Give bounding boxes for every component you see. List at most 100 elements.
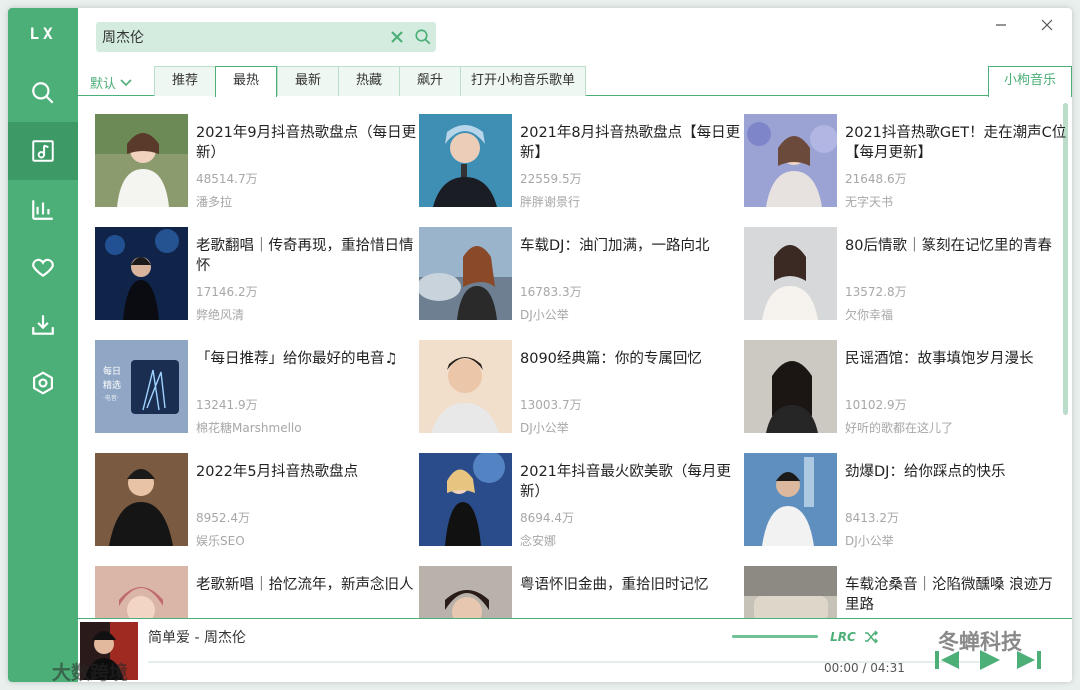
playlist-author: 念安娜	[520, 534, 557, 548]
playlist-cover: 每日 精选 ·电音·	[95, 340, 188, 433]
cover-label-1: 每日	[103, 365, 121, 377]
playlist-card[interactable]: 2022年5月抖音热歌盘点 8952.4万 娱乐SEO	[95, 453, 405, 549]
chevron-down-icon	[120, 78, 132, 86]
playlist-cover	[95, 227, 188, 320]
playlist-author: DJ小公举	[520, 308, 569, 322]
playlist-author: 弊绝风清	[196, 308, 245, 322]
playlist-cover	[419, 453, 512, 546]
music-note-icon	[32, 140, 54, 162]
playlist-play-count: 13241.9万	[196, 398, 258, 412]
player-bar: 简单爱 - 周杰伦 LRC 00:00 / 04:31	[78, 618, 1072, 682]
search-bar	[96, 22, 436, 52]
playlist-title: 民谣酒馆：故事填饱岁月漫长	[845, 351, 1034, 367]
playlist-card[interactable]: 老歌新唱｜拾忆流年，新声念旧人	[95, 566, 414, 618]
sidebar-item-search[interactable]	[8, 64, 78, 122]
playlist-author: 潘多拉	[196, 195, 233, 209]
playlist-play-count: 8952.4万	[196, 511, 250, 525]
cover-label-2: 精选	[103, 379, 121, 391]
playlist-card[interactable]: 2021年抖音最火欧美歌（每月更新） 8694.4万 念安娜	[419, 453, 731, 549]
clear-search-button[interactable]	[384, 22, 410, 52]
playlist-grid: 2021年9月抖音热歌盘点（每日更新） 48514.7万 潘多拉 2021年8月…	[78, 97, 1072, 618]
main-panel: 默认 推荐 最热 最新 热藏 飙升 打开小枸音乐歌单 小枸音乐 2021年9月抖…	[78, 8, 1072, 682]
playlist-author: 欠你幸福	[845, 308, 894, 322]
lyrics-button[interactable]: LRC	[828, 627, 858, 647]
playlist-title: 车载DJ：油门加满，一路向北	[520, 238, 710, 254]
close-icon	[1041, 19, 1053, 31]
tab-recommend[interactable]: 推荐	[154, 66, 216, 96]
shuffle-button[interactable]	[860, 627, 882, 647]
playlist-title: 2021抖音热歌GET！走在潮声C位【每月更新】	[845, 125, 1067, 161]
sidebar-item-favorites[interactable]	[8, 238, 78, 296]
playlist-card[interactable]: 2021年9月抖音热歌盘点（每日更新） 48514.7万 潘多拉	[95, 114, 416, 210]
tab-most-collected[interactable]: 热藏	[338, 66, 400, 96]
playlist-cover	[744, 566, 837, 618]
playback-time: 00:00 / 04:31	[824, 661, 905, 675]
volume-slider[interactable]	[732, 635, 818, 638]
sidebar-item-leaderboard[interactable]	[8, 180, 78, 238]
sort-select[interactable]: 默认	[90, 73, 132, 92]
playlist-card[interactable]: 2021年8月抖音热歌盘点【每日更新】 22559.5万 胖胖谢景行	[419, 114, 740, 210]
playlist-author: 无字天书	[845, 195, 894, 209]
playlist-cover	[95, 114, 188, 207]
playlist-author: DJ小公举	[845, 534, 894, 548]
playlist-play-count: 16783.3万	[520, 285, 582, 299]
playlist-author: 好听的歌都在这儿了	[845, 421, 954, 435]
sort-select-value: 默认	[90, 77, 117, 92]
playlist-title: 2022年5月抖音热歌盘点	[196, 464, 359, 480]
playlist-card[interactable]: 车载沧桑音｜沦陷微醺嗓 浪迹万里路	[744, 566, 1054, 618]
playlist-card[interactable]: 2021抖音热歌GET！走在潮声C位【每月更新】 21648.6万 无字天书	[744, 114, 1066, 210]
playlist-cover	[744, 227, 837, 320]
playlist-cover	[744, 453, 837, 546]
close-button[interactable]	[1034, 14, 1060, 36]
playlist-card[interactable]: 每日 精选 ·电音· 「每日推荐」给你最好的电音♫ 13241.9万 棉花糖Mars…	[95, 340, 405, 436]
shuffle-icon	[865, 630, 879, 644]
search-input[interactable]	[96, 22, 384, 52]
playlist-card[interactable]: 粤语怀旧金曲，重拾旧时记忆	[419, 566, 729, 618]
bar-chart-icon	[32, 200, 53, 220]
tab-source[interactable]: 小枸音乐	[988, 66, 1072, 97]
playlist-title: 「每日推荐」给你最好的电音♫	[196, 351, 398, 367]
playlist-play-count: 8694.4万	[520, 511, 574, 525]
playlist-title: 车载沧桑音｜沦陷微醺嗓 浪迹万里路	[845, 577, 1053, 613]
search-icon	[32, 82, 54, 104]
tab-hottest[interactable]: 最热	[215, 66, 277, 97]
sidebar-item-songlist[interactable]	[8, 122, 78, 180]
playlist-title: 80后情歌｜篆刻在记忆里的青春	[845, 238, 1052, 254]
playlist-title: 2021年抖音最火欧美歌（每月更新）	[520, 464, 731, 500]
settings-icon	[33, 371, 53, 395]
minimize-icon	[996, 24, 1006, 26]
playlist-card[interactable]: 民谣酒馆：故事填饱岁月漫长 10102.9万 好听的歌都在这儿了	[744, 340, 1054, 436]
playlist-card[interactable]: 车载DJ：油门加满，一路向北 16783.3万 DJ小公举	[419, 227, 729, 323]
app-logo: LX	[29, 24, 57, 43]
playlist-card[interactable]: 8090经典篇：你的专属回忆 13003.7万 DJ小公举	[419, 340, 729, 436]
playlist-card[interactable]: 劲爆DJ：给你踩点的快乐 8413.2万 DJ小公举	[744, 453, 1054, 549]
watermark-right: 冬蝉科技	[938, 630, 1022, 654]
sidebar-item-settings[interactable]	[8, 354, 78, 412]
volume-fill	[732, 635, 818, 638]
playlist-play-count: 13003.7万	[520, 398, 582, 412]
playlist-title: 老歌翻唱｜传奇再现，重拾惜日情怀	[196, 238, 414, 274]
playlist-title: 劲爆DJ：给你踩点的快乐	[845, 464, 1006, 480]
playlist-author: 棉花糖Marshmello	[196, 421, 302, 435]
playlist-title: 8090经典篇：你的专属回忆	[520, 351, 702, 367]
tabs-bar: 默认 推荐 最热 最新 热藏 飙升 打开小枸音乐歌单 小枸音乐	[78, 66, 1072, 97]
search-button[interactable]	[410, 22, 436, 52]
playlist-cover	[419, 227, 512, 320]
playlist-card[interactable]: 老歌翻唱｜传奇再现，重拾惜日情怀 17146.2万 弊绝风清	[95, 227, 414, 323]
tab-rising[interactable]: 飙升	[399, 66, 461, 96]
playlist-cover	[744, 114, 837, 207]
playlist-play-count: 17146.2万	[196, 285, 258, 299]
minimize-button[interactable]	[988, 14, 1014, 36]
tab-newest[interactable]: 最新	[277, 66, 339, 96]
close-icon	[391, 31, 403, 43]
playlist-cover	[419, 114, 512, 207]
now-playing-title: 简单爱 - 周杰伦	[148, 630, 246, 646]
playlist-card[interactable]: 80后情歌｜篆刻在记忆里的青春 13572.8万 欠你幸福	[744, 227, 1054, 323]
sidebar-item-download[interactable]	[8, 296, 78, 354]
app-window: LX 周杰伦 默认 推荐 最热 最新 热藏 飙升 打开小枸音乐歌单 小枸音乐 2…	[8, 8, 1072, 682]
playlist-cover	[744, 340, 837, 433]
playlist-author: 胖胖谢景行	[520, 195, 581, 209]
playlist-author: 娱乐SEO	[196, 534, 245, 548]
playlist-cover	[95, 453, 188, 546]
tab-open-playlist[interactable]: 打开小枸音乐歌单	[460, 66, 586, 96]
